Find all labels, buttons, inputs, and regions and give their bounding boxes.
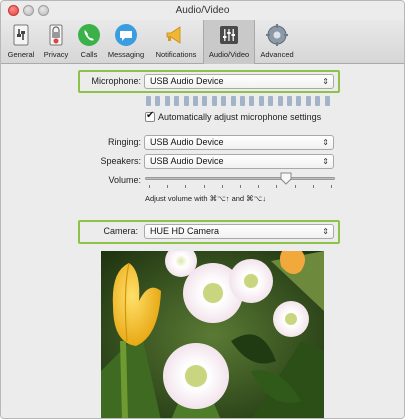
level-meter-segment: [164, 96, 170, 106]
volume-label: Volume:: [108, 175, 141, 185]
privacy-icon: [49, 24, 63, 46]
tab-advanced[interactable]: Advanced: [257, 20, 297, 64]
tab-calls[interactable]: Calls: [74, 20, 104, 64]
select-arrows-icon: ⇕: [322, 157, 329, 166]
microphone-value: USB Audio Device: [150, 76, 224, 86]
tab-messaging[interactable]: Messaging: [105, 20, 147, 64]
level-meter-segment: [287, 96, 292, 106]
tab-notifications-label: Notifications: [155, 50, 197, 59]
volume-tick: [167, 185, 169, 188]
tab-notifications[interactable]: Notifications: [151, 20, 201, 64]
speakers-value: USB Audio Device: [150, 156, 224, 166]
volume-tick: [221, 185, 223, 188]
volume-tick: [240, 185, 241, 188]
notifications-icon: [166, 26, 181, 44]
tab-general[interactable]: General: [5, 20, 37, 64]
advanced-icon: [266, 24, 288, 46]
tab-general-label: General: [7, 50, 35, 59]
volume-tick: [185, 185, 187, 188]
ringing-select[interactable]: USB Audio Device ⇕: [144, 135, 334, 150]
level-meter-segment: [277, 96, 283, 106]
select-arrows-icon: ⇕: [322, 227, 329, 236]
camera-preview-image: [101, 251, 324, 418]
level-meter-segment: [296, 96, 302, 106]
select-arrows-icon: ⇕: [322, 77, 329, 86]
ringing-value: USB Audio Device: [150, 137, 224, 147]
volume-tick: [258, 185, 260, 188]
volume-tick: [149, 185, 150, 188]
volume-tick: [312, 185, 314, 188]
minimize-window-button[interactable]: [23, 5, 34, 16]
camera-preview: [101, 251, 324, 418]
speakers-select[interactable]: USB Audio Device ⇕: [144, 154, 334, 169]
messaging-icon: [115, 24, 137, 46]
level-meter-segment: [183, 96, 189, 106]
level-meter-segment: [305, 96, 311, 106]
level-meter-segment: [230, 96, 236, 106]
preferences-window: Audio/Video General Privacy Calls Messag…: [0, 0, 405, 419]
close-window-button[interactable]: [8, 5, 19, 16]
level-meter-segment: [193, 96, 198, 106]
window-title: Audio/Video: [175, 5, 230, 16]
audio-video-icon: [220, 26, 238, 44]
tab-messaging-label: Messaging: [107, 50, 145, 59]
level-meter-segment: [249, 96, 255, 106]
auto-adjust-checkbox[interactable]: ✔: [145, 110, 155, 122]
level-meter-segment: [155, 96, 161, 106]
level-meter-segment: [258, 96, 264, 106]
level-meter-segment: [240, 96, 245, 106]
level-meter-segment: [268, 96, 274, 106]
level-meter-segment: [211, 96, 217, 106]
audio-video-pane: Microphone: USB Audio Device ⇕ ✔ Automat…: [1, 65, 404, 418]
volume-tick: [331, 185, 332, 188]
ringing-label: Ringing:: [107, 137, 141, 147]
level-meter-segment: [324, 96, 330, 106]
preferences-toolbar: General Privacy Calls Messaging Notifica…: [1, 20, 404, 64]
level-meter-segment: [221, 96, 227, 106]
checkmark-icon: ✔: [146, 110, 155, 121]
title-bar: Audio/Video: [1, 1, 404, 20]
level-meter-segment: [315, 96, 321, 106]
tab-calls-label: Calls: [80, 50, 98, 59]
level-meter-segment: [174, 96, 180, 106]
tab-audio-video[interactable]: Audio/Video: [203, 20, 255, 64]
auto-adjust-label: Automatically adjust microphone settings: [158, 112, 322, 122]
select-arrows-icon: ⇕: [322, 138, 329, 147]
speakers-label: Speakers:: [100, 156, 141, 166]
camera-label: Camera:: [103, 226, 138, 236]
microphone-label: Microphone:: [91, 76, 141, 86]
volume-shortcut-hint: Adjust volume with ⌘⌥↑ and ⌘⌥↓: [145, 194, 267, 203]
level-meter-segment: [202, 96, 208, 106]
volume-tick: [294, 185, 296, 188]
level-meter-segment: [146, 96, 151, 106]
general-icon: [13, 24, 29, 46]
tab-privacy-label: Privacy: [43, 50, 69, 59]
volume-tick: [276, 185, 278, 188]
volume-slider-track[interactable]: [145, 177, 335, 180]
tab-audio-video-label: Audio/Video: [208, 50, 250, 59]
camera-value: HUE HD Camera: [150, 226, 220, 236]
tab-advanced-label: Advanced: [260, 50, 294, 59]
camera-select[interactable]: HUE HD Camera ⇕: [144, 224, 334, 239]
tab-privacy[interactable]: Privacy: [41, 20, 71, 64]
calls-icon: [78, 24, 100, 46]
volume-tick: [203, 185, 205, 188]
volume-slider-knob[interactable]: [280, 172, 292, 185]
microphone-select[interactable]: USB Audio Device ⇕: [144, 74, 334, 89]
zoom-window-button[interactable]: [38, 5, 49, 16]
